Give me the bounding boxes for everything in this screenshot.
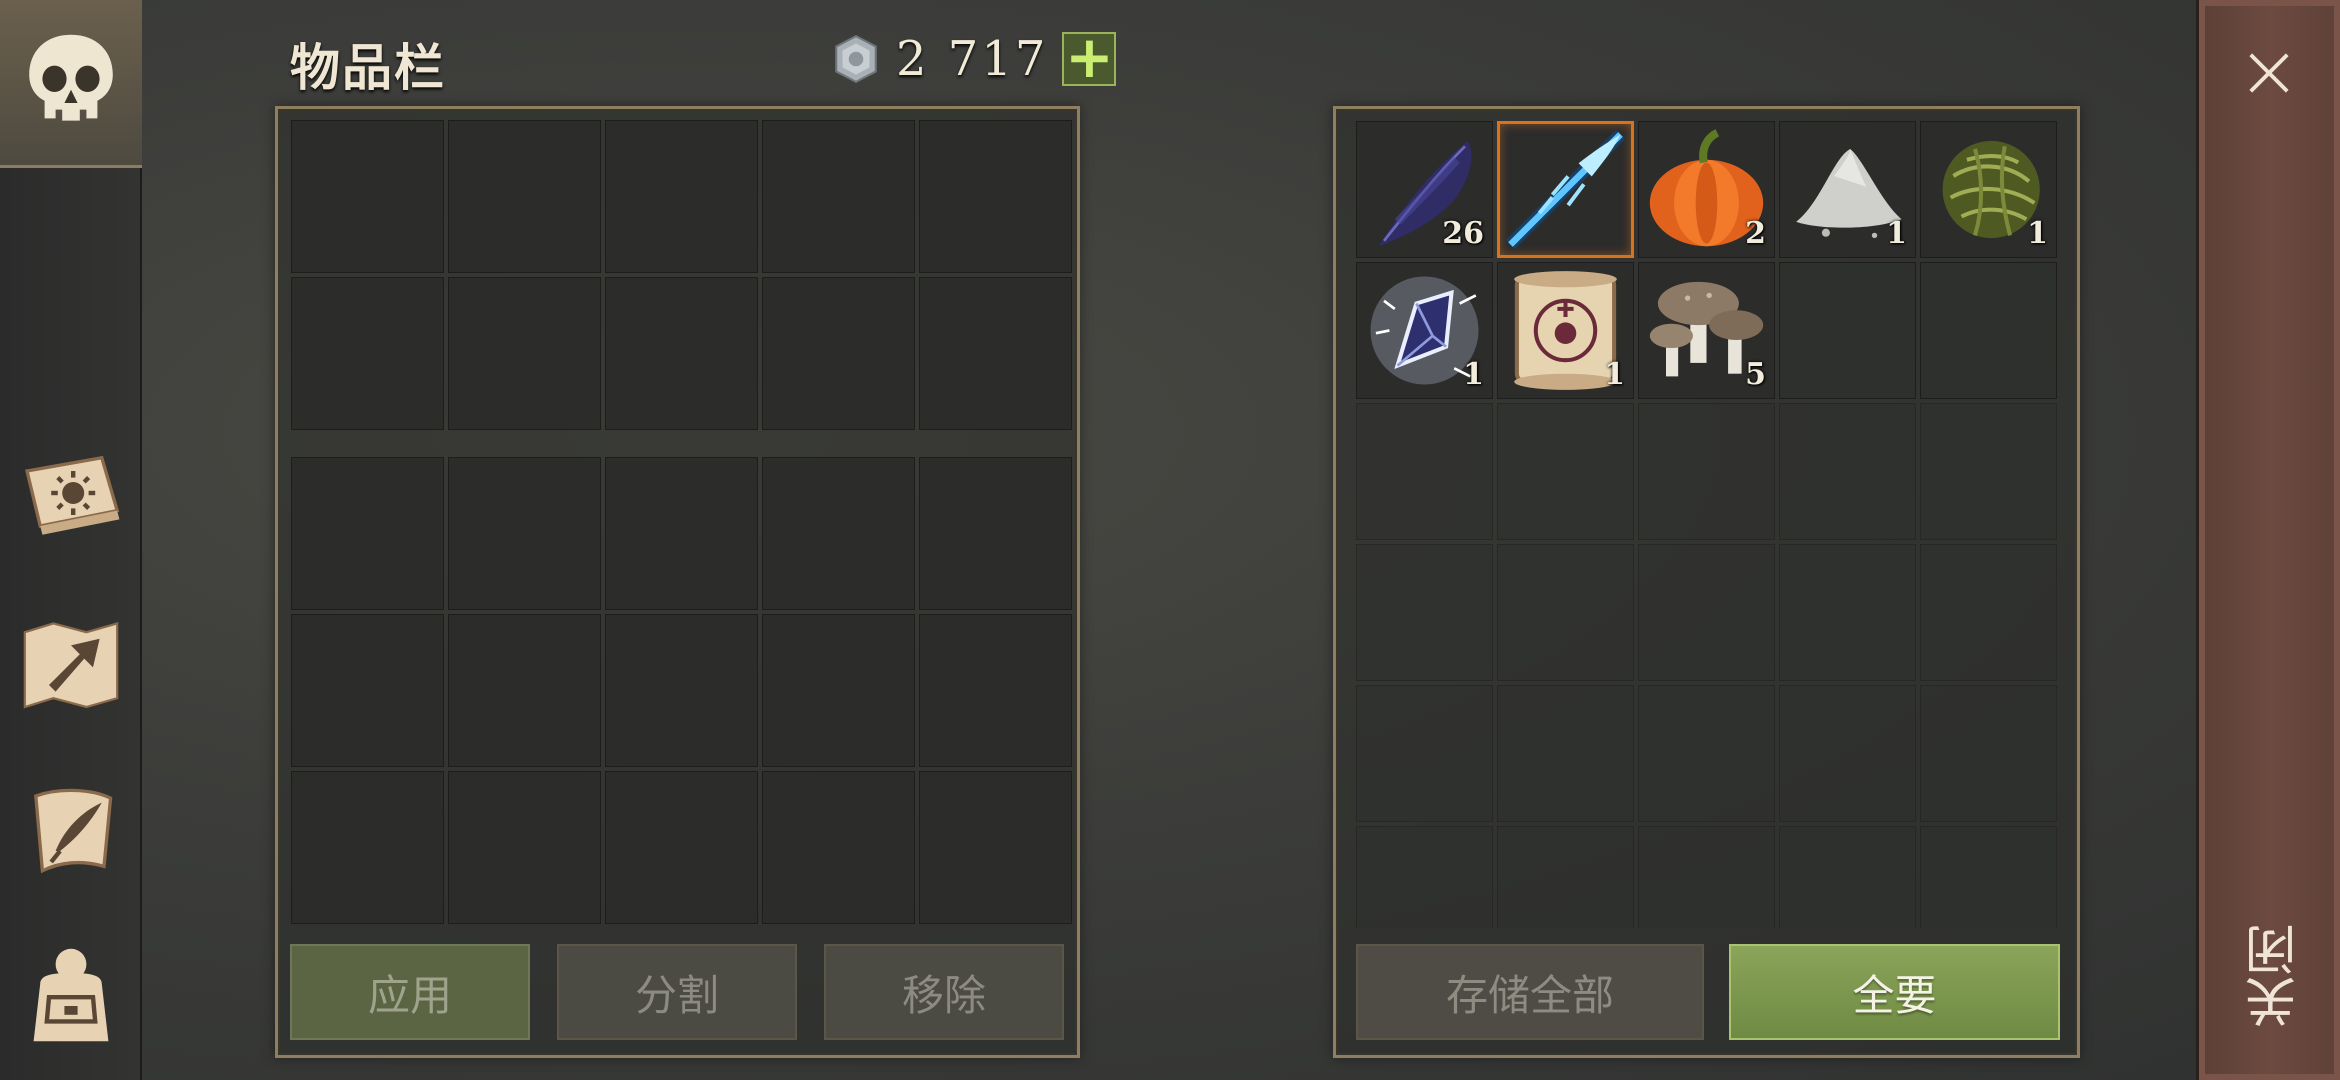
item-count: 5 — [1745, 357, 1766, 392]
inventory-slot[interactable] — [919, 457, 1072, 610]
close-icon[interactable] — [2240, 44, 2298, 102]
inventory-slot[interactable] — [762, 771, 915, 924]
storage-slot[interactable] — [1638, 403, 1775, 540]
storage-slot[interactable] — [1497, 403, 1634, 540]
inventory-slot[interactable] — [448, 457, 601, 610]
inventory-slot[interactable] — [448, 277, 601, 430]
storage-slot[interactable]: 5 — [1638, 262, 1775, 399]
close-label[interactable]: 关闭 — [2246, 924, 2306, 1028]
storage-slot[interactable] — [1920, 685, 2057, 822]
inventory-slot[interactable] — [762, 120, 915, 273]
storage-slot[interactable] — [1497, 544, 1634, 681]
inventory-slot[interactable] — [448, 771, 601, 924]
storage-slot-selected[interactable] — [1497, 121, 1634, 258]
item-count: 2 — [1745, 216, 1766, 251]
storage-slot[interactable] — [1638, 544, 1775, 681]
close-bar[interactable] — [2196, 0, 2340, 1080]
currency-value: 2 717 — [896, 31, 1049, 87]
remove-button[interactable]: 移除 — [824, 944, 1064, 1040]
page-title: 物品栏 — [290, 39, 446, 97]
storage-slot[interactable] — [1356, 403, 1493, 540]
storage-slot[interactable]: 2 — [1638, 121, 1775, 258]
inventory-slot[interactable] — [605, 120, 758, 273]
storage-slot[interactable] — [1779, 262, 1916, 399]
inventory-slot[interactable] — [448, 614, 601, 767]
storage-slot[interactable]: 1 — [1497, 262, 1634, 399]
storage-slot[interactable]: 1 — [1920, 121, 2057, 258]
coin-icon — [830, 33, 882, 85]
storage-slot[interactable] — [1497, 685, 1634, 822]
item-count: 1 — [1886, 216, 1907, 251]
sidebar-tab-character[interactable] — [0, 0, 142, 168]
item-count: 1 — [2027, 216, 2048, 251]
sidebar — [0, 0, 142, 1080]
item-count: 26 — [1442, 216, 1484, 251]
sun-book-icon[interactable] — [14, 436, 128, 550]
inventory-slot[interactable] — [919, 771, 1072, 924]
item-count: 1 — [1463, 357, 1484, 392]
storage-slot[interactable] — [1779, 403, 1916, 540]
inventory-slot[interactable] — [605, 771, 758, 924]
inventory-slot[interactable] — [291, 277, 444, 430]
storage-slot[interactable] — [1497, 826, 1634, 928]
inventory-slot[interactable] — [605, 457, 758, 610]
storage-slot[interactable] — [1356, 544, 1493, 681]
storage-slot[interactable]: 1 — [1779, 121, 1916, 258]
add-currency-button[interactable]: + — [1062, 28, 1117, 86]
inventory-slot[interactable] — [291, 614, 444, 767]
inventory-slot[interactable] — [919, 614, 1072, 767]
skull-icon — [14, 24, 128, 138]
map-arrow-icon[interactable] — [14, 606, 128, 720]
store-all-button[interactable]: 存储全部 — [1356, 944, 1704, 1040]
storage-slot[interactable] — [1920, 403, 2057, 540]
take-all-button[interactable]: 全要 — [1729, 944, 2060, 1040]
storage-slot[interactable] — [1356, 685, 1493, 822]
ice-spear-icon — [1500, 124, 1631, 255]
inventory-grid — [291, 457, 1072, 924]
storage-slot[interactable] — [1920, 544, 2057, 681]
inventory-slot[interactable] — [448, 120, 601, 273]
inventory-slot[interactable] — [605, 277, 758, 430]
apply-button[interactable]: 应用 — [290, 944, 530, 1040]
inventory-slot[interactable] — [919, 120, 1072, 273]
item-count: 1 — [1604, 357, 1625, 392]
storage-slot[interactable] — [1779, 544, 1916, 681]
storage-slot[interactable] — [1920, 826, 2057, 928]
storage-slot[interactable]: 26 — [1356, 121, 1493, 258]
inventory-slot[interactable] — [291, 771, 444, 924]
equipment-grid — [291, 120, 1072, 430]
split-button[interactable]: 分割 — [557, 944, 797, 1040]
storage-slot[interactable] — [1779, 826, 1916, 928]
inventory-slot[interactable] — [291, 120, 444, 273]
inventory-slot[interactable] — [605, 614, 758, 767]
storage-slot[interactable] — [1638, 685, 1775, 822]
storage-slot[interactable]: 1 — [1356, 262, 1493, 399]
inventory-slot[interactable] — [762, 277, 915, 430]
quill-scroll-icon[interactable] — [14, 772, 128, 886]
storage-slot[interactable] — [1920, 262, 2057, 399]
storage-slot[interactable] — [1356, 826, 1493, 928]
inventory-slot[interactable] — [919, 277, 1072, 430]
backpack-icon[interactable] — [14, 938, 128, 1052]
plus-icon: + — [1065, 23, 1114, 91]
storage-grid: 26 2 1 1 1 1 5 — [1356, 121, 2057, 928]
currency-display: 2 717 + — [830, 28, 1117, 88]
inventory-slot[interactable] — [291, 457, 444, 610]
inventory-slot[interactable] — [762, 457, 915, 610]
inventory-slot[interactable] — [762, 614, 915, 767]
storage-slot[interactable] — [1779, 685, 1916, 822]
storage-slot[interactable] — [1638, 826, 1775, 928]
